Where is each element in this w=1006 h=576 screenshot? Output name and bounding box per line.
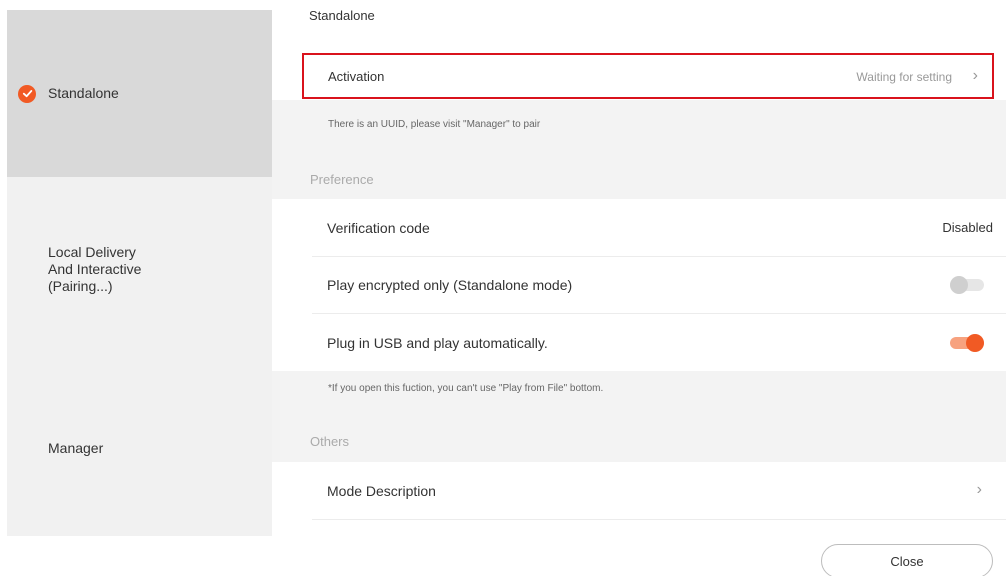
close-button[interactable]: Close <box>821 544 993 576</box>
plug-usb-row: Plug in USB and play automatically. <box>272 314 1006 371</box>
sidebar-item-label: Manager <box>48 440 104 456</box>
plug-usb-toggle[interactable] <box>950 334 984 352</box>
usb-hint: *If you open this fuction, you can't use… <box>328 383 604 394</box>
play-encrypted-toggle[interactable] <box>950 276 984 294</box>
divider <box>312 519 1006 520</box>
usb-hint-band: *If you open this fuction, you can't use… <box>272 371 1006 462</box>
sidebar-item-label: Local Delivery And Interactive (Pairing.… <box>48 243 142 294</box>
sidebar-item-manager[interactable]: Manager <box>7 361 272 536</box>
activation-status: Waiting for setting <box>856 70 952 84</box>
sidebar: Standalone Local Delivery And Interactiv… <box>7 10 272 536</box>
mode-description-label: Mode Description <box>327 482 436 499</box>
page-title: Standalone <box>309 8 375 23</box>
chevron-right-icon: › <box>972 67 978 84</box>
uuid-hint-band: There is an UUID, please visit "Manager"… <box>272 100 1006 199</box>
toggle-knob <box>966 334 984 352</box>
settings-window: Standalone Local Delivery And Interactiv… <box>0 0 1006 576</box>
uuid-hint: There is an UUID, please visit "Manager"… <box>328 119 541 130</box>
sidebar-item-standalone[interactable]: Standalone <box>7 10 272 177</box>
sidebar-item-label: Standalone <box>48 85 119 101</box>
toggle-knob <box>950 276 968 294</box>
verification-code-label: Verification code <box>327 219 430 236</box>
activation-row[interactable]: Activation Waiting for setting › <box>302 53 994 99</box>
preference-header: Preference <box>310 172 374 187</box>
check-circle-icon <box>18 84 36 103</box>
others-header: Others <box>310 434 350 449</box>
play-encrypted-row: Play encrypted only (Standalone mode) <box>272 257 1006 313</box>
play-encrypted-label: Play encrypted only (Standalone mode) <box>327 277 573 293</box>
chevron-right-icon: › <box>976 481 982 498</box>
verification-code-value: Disabled <box>942 220 993 235</box>
activation-label: Activation <box>328 69 385 84</box>
mode-description-row[interactable]: Mode Description › <box>272 462 1006 519</box>
plug-usb-label: Plug in USB and play automatically. <box>327 334 548 351</box>
verification-code-row[interactable]: Verification code Disabled <box>272 199 1006 256</box>
sidebar-item-local-delivery[interactable]: Local Delivery And Interactive (Pairing.… <box>7 177 272 361</box>
